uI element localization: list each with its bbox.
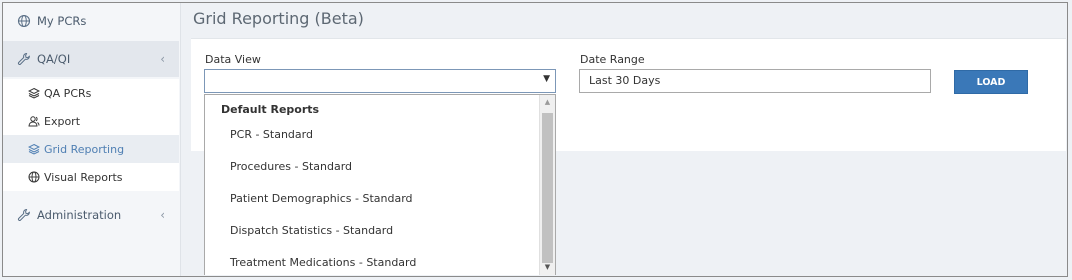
dropdown-option[interactable]: Patient Demographics - Standard [230, 192, 413, 205]
wrench-icon [15, 206, 33, 224]
scroll-up-icon[interactable]: ▲ [540, 95, 555, 110]
globe-icon [15, 12, 33, 30]
sidebar: My PCRs QA/QI ‹ QA PCRs Export Grid Repo… [3, 3, 181, 276]
users-icon [27, 112, 41, 130]
nav-qa-qi-label: QA/QI [37, 52, 71, 66]
data-view-dropdown: Default Reports PCR - Standard Procedure… [204, 94, 556, 275]
chevron-left-icon: ‹ [160, 52, 165, 66]
nav-grid-reporting[interactable]: Grid Reporting [3, 135, 179, 163]
nav-export[interactable]: Export [3, 107, 179, 135]
nav-qa-pcrs-label: QA PCRs [44, 86, 92, 100]
dropdown-option[interactable]: Treatment Medications - Standard [230, 256, 416, 269]
dropdown-scrollbar[interactable]: ▲ ▼ [539, 95, 555, 275]
scrollbar-thumb[interactable] [542, 113, 553, 263]
globe-icon [27, 168, 41, 186]
nav-visual-reports-label: Visual Reports [44, 170, 123, 184]
date-range-select[interactable]: Last 30 Days [579, 69, 931, 93]
nav-my-pcrs[interactable]: My PCRs [3, 3, 179, 39]
page-title: Grid Reporting (Beta) [193, 9, 364, 28]
date-range-label: Date Range [580, 53, 645, 66]
nav-grid-reporting-label: Grid Reporting [44, 142, 125, 156]
dropdown-group-label: Default Reports [221, 103, 320, 116]
nav-qa-qi[interactable]: QA/QI ‹ [3, 41, 179, 77]
dropdown-option[interactable]: Procedures - Standard [230, 160, 352, 173]
layers-icon [27, 140, 41, 158]
load-button[interactable]: LOAD [954, 70, 1028, 94]
data-view-select[interactable]: ▼ [204, 69, 556, 93]
scroll-down-icon[interactable]: ▼ [540, 260, 555, 275]
dropdown-option[interactable]: Dispatch Statistics - Standard [230, 224, 393, 237]
caret-down-icon: ▼ [543, 74, 550, 84]
nav-qa-pcrs[interactable]: QA PCRs [3, 79, 179, 107]
wrench-icon [15, 50, 33, 68]
nav-visual-reports[interactable]: Visual Reports [3, 163, 179, 191]
nav-my-pcrs-label: My PCRs [37, 14, 87, 28]
layers-icon [27, 84, 41, 102]
chevron-left-icon: ‹ [160, 208, 165, 222]
nav-administration[interactable]: Administration ‹ [3, 197, 179, 233]
data-view-label: Data View [205, 53, 261, 66]
nav-administration-label: Administration [37, 208, 122, 222]
nav-export-label: Export [44, 114, 81, 128]
dropdown-option[interactable]: PCR - Standard [230, 128, 313, 141]
